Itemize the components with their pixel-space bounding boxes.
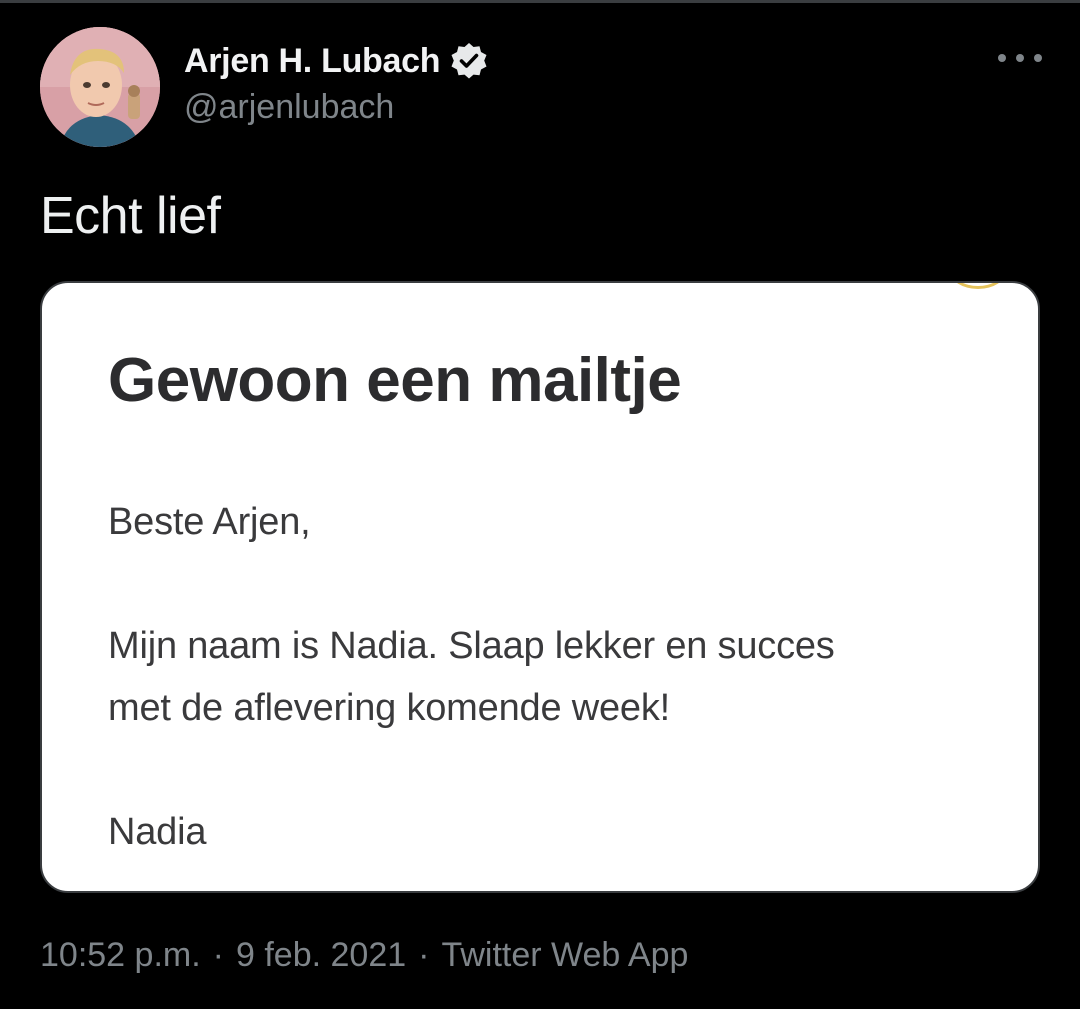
mail-greeting: Beste Arjen, [108, 501, 311, 543]
more-options-icon[interactable] [998, 46, 1042, 70]
mail-body-line-2: met de aflevering komende week! [108, 687, 671, 729]
author-block[interactable]: Arjen H. Lubach @arjenlubach [184, 38, 489, 127]
meta-separator: · [212, 936, 224, 974]
tweet-date[interactable]: 9 feb. 2021 [236, 936, 406, 975]
tweet-meta: 10:52 p.m. · 9 feb. 2021 · Twitter Web A… [40, 936, 688, 975]
avatar[interactable] [40, 27, 160, 147]
tweet-time[interactable]: 10:52 p.m. [40, 936, 201, 975]
tweet-text: Echt lief [40, 187, 221, 245]
meta-separator: · [418, 936, 430, 974]
author-display-name[interactable]: Arjen H. Lubach [184, 42, 441, 81]
more-dot [998, 54, 1006, 62]
more-dot [1016, 54, 1024, 62]
mail-signature: Nadia [108, 811, 207, 853]
tweet-source-link[interactable]: Twitter Web App [441, 936, 688, 975]
decorative-arc [950, 283, 1006, 289]
name-row: Arjen H. Lubach [184, 38, 489, 84]
verified-badge-icon [449, 41, 489, 81]
avatar-image [40, 27, 160, 147]
more-dot [1034, 54, 1042, 62]
mail-body-line-1: Mijn naam is Nadia. Slaap lekker en succ… [108, 625, 835, 667]
mail-title: Gewoon een mailtje [108, 346, 682, 415]
tweet-media-image[interactable]: Gewoon een mailtje Beste Arjen, Mijn naa… [40, 281, 1040, 893]
author-handle[interactable]: @arjenlubach [184, 88, 489, 127]
top-divider [0, 0, 1080, 3]
